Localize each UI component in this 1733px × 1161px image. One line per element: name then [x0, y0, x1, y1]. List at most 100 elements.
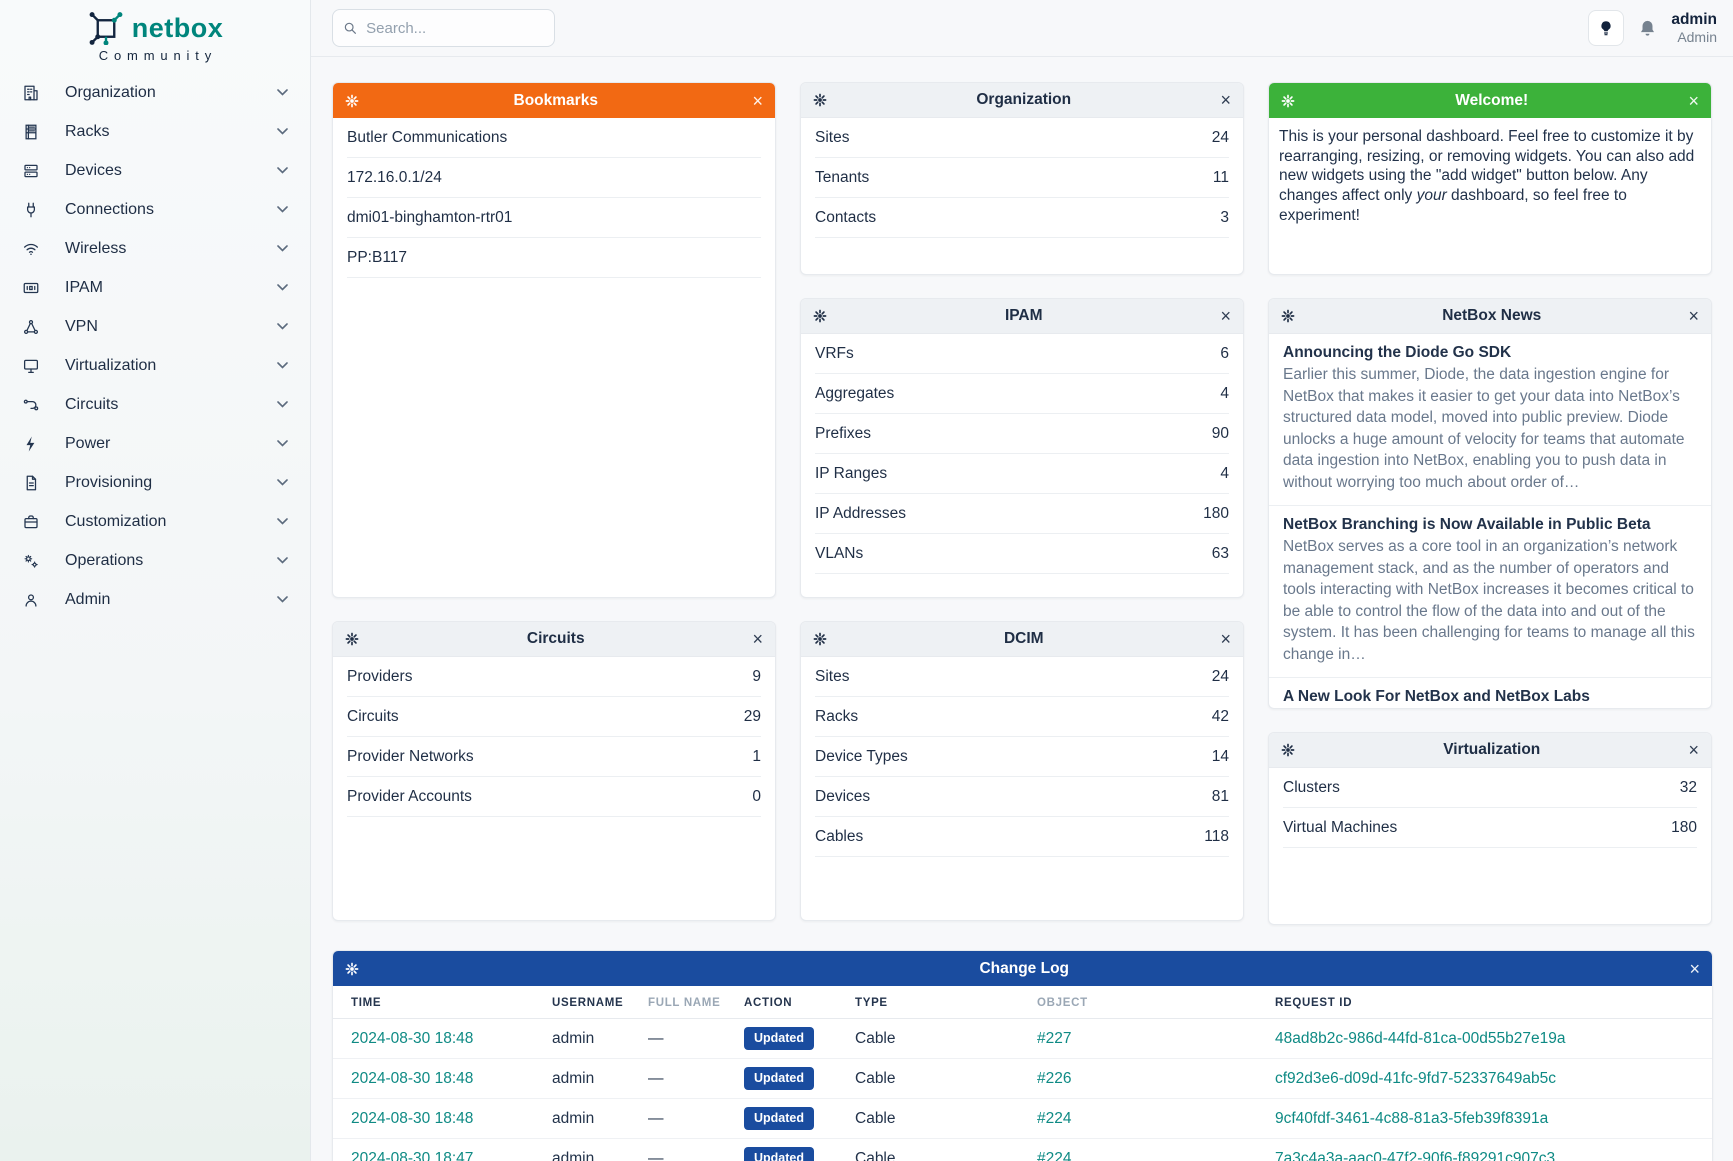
sidebar-item-racks[interactable]: Racks	[0, 112, 310, 151]
column-header-object[interactable]: OBJECT	[1027, 986, 1265, 1019]
notifications-bell-icon[interactable]	[1638, 19, 1657, 38]
count-row[interactable]: VLANs63	[815, 534, 1229, 574]
request-id-link[interactable]: 7a3c4a3a-aac0-47f2-90f6-f89291c907c3	[1275, 1150, 1555, 1161]
user-menu[interactable]: admin Admin	[1671, 11, 1717, 45]
search-input[interactable]	[366, 20, 544, 37]
time-link[interactable]: 2024-08-30 18:48	[351, 1110, 473, 1127]
chevron-down-icon[interactable]	[277, 206, 288, 213]
sidebar-item-operations[interactable]: Operations	[0, 541, 310, 580]
chevron-down-icon[interactable]	[277, 440, 288, 447]
object-link[interactable]: #224	[1037, 1150, 1071, 1161]
news-article-title[interactable]: A New Look For NetBox and NetBox Labs	[1283, 688, 1697, 706]
count-row[interactable]: Provider Networks1	[347, 737, 761, 777]
request-id-link[interactable]: 9cf40fdf-3461-4c88-81a3-5feb39f8391a	[1275, 1110, 1548, 1127]
widget-settings-icon[interactable]	[345, 632, 359, 646]
column-header-time[interactable]: TIME	[333, 986, 542, 1019]
request-id-link[interactable]: cf92d3e6-d09d-41fc-9fd7-52337649ab5c	[1275, 1070, 1556, 1087]
column-header-username[interactable]: USERNAME	[542, 986, 638, 1019]
column-header-type[interactable]: TYPE	[845, 986, 1027, 1019]
count-row[interactable]: Racks42	[815, 697, 1229, 737]
count-value[interactable]: 180	[1671, 819, 1697, 837]
count-value[interactable]: 118	[1204, 828, 1229, 846]
count-row[interactable]: Contacts3	[815, 198, 1229, 238]
chevron-down-icon[interactable]	[277, 557, 288, 564]
chevron-down-icon[interactable]	[277, 479, 288, 486]
chevron-down-icon[interactable]	[277, 323, 288, 330]
sidebar-item-connections[interactable]: Connections	[0, 190, 310, 229]
close-icon[interactable]: ×	[1220, 307, 1231, 325]
count-row[interactable]: VRFs6	[815, 334, 1229, 374]
sidebar-item-wireless[interactable]: Wireless	[0, 229, 310, 268]
close-icon[interactable]: ×	[1220, 91, 1231, 109]
count-value[interactable]: 180	[1203, 505, 1229, 523]
widget-settings-icon[interactable]	[1281, 94, 1295, 108]
news-article-title[interactable]: NetBox Branching is Now Available in Pub…	[1283, 516, 1697, 534]
chevron-down-icon[interactable]	[277, 362, 288, 369]
chevron-down-icon[interactable]	[277, 128, 288, 135]
sidebar-item-organization[interactable]: Organization	[0, 73, 310, 112]
widget-settings-icon[interactable]	[1281, 309, 1295, 323]
count-value[interactable]: 4	[1220, 465, 1229, 483]
count-value[interactable]: 11	[1213, 169, 1229, 187]
bookmark-item[interactable]: Butler Communications	[347, 118, 761, 158]
widget-settings-icon[interactable]	[813, 93, 827, 107]
widget-settings-icon[interactable]	[1281, 743, 1295, 757]
chevron-down-icon[interactable]	[277, 284, 288, 291]
sidebar-item-ipam[interactable]: IPAM	[0, 268, 310, 307]
count-value[interactable]: 4	[1220, 385, 1229, 403]
chevron-down-icon[interactable]	[277, 518, 288, 525]
close-icon[interactable]: ×	[1688, 92, 1699, 110]
close-icon[interactable]: ×	[1688, 741, 1699, 759]
close-icon[interactable]: ×	[752, 92, 763, 110]
count-value[interactable]: 32	[1680, 779, 1697, 797]
count-value[interactable]: 24	[1212, 129, 1229, 147]
chevron-down-icon[interactable]	[277, 401, 288, 408]
object-link[interactable]: #226	[1037, 1070, 1071, 1087]
close-icon[interactable]: ×	[1689, 960, 1700, 978]
chevron-down-icon[interactable]	[277, 596, 288, 603]
widget-settings-icon[interactable]	[345, 94, 359, 108]
close-icon[interactable]: ×	[1688, 307, 1699, 325]
column-header-request-id[interactable]: REQUEST ID	[1265, 986, 1712, 1019]
widget-settings-icon[interactable]	[345, 962, 359, 976]
count-value[interactable]: 6	[1220, 345, 1229, 363]
count-row[interactable]: Aggregates4	[815, 374, 1229, 414]
theme-toggle-button[interactable]	[1588, 10, 1624, 46]
count-value[interactable]: 90	[1212, 425, 1229, 443]
bookmark-item[interactable]: dmi01-binghamton-rtr01	[347, 198, 761, 238]
count-row[interactable]: Clusters32	[1283, 768, 1697, 808]
time-link[interactable]: 2024-08-30 18:47	[351, 1150, 473, 1161]
sidebar-item-devices[interactable]: Devices	[0, 151, 310, 190]
count-row[interactable]: Tenants11	[815, 158, 1229, 198]
request-id-link[interactable]: 48ad8b2c-986d-44fd-81ca-00d55b27e19a	[1275, 1030, 1565, 1047]
news-article-title[interactable]: Announcing the Diode Go SDK	[1283, 344, 1697, 362]
chevron-down-icon[interactable]	[277, 167, 288, 174]
count-row[interactable]: Providers9	[347, 657, 761, 697]
count-row[interactable]: Circuits29	[347, 697, 761, 737]
count-row[interactable]: IP Ranges4	[815, 454, 1229, 494]
sidebar-item-virtualization[interactable]: Virtualization	[0, 346, 310, 385]
sidebar-item-customization[interactable]: Customization	[0, 502, 310, 541]
widget-settings-icon[interactable]	[813, 309, 827, 323]
search-box[interactable]	[332, 9, 555, 47]
count-value[interactable]: 24	[1212, 668, 1229, 686]
count-row[interactable]: Devices81	[815, 777, 1229, 817]
sidebar-item-provisioning[interactable]: Provisioning	[0, 463, 310, 502]
object-link[interactable]: #224	[1037, 1110, 1071, 1127]
count-value[interactable]: 9	[752, 668, 761, 686]
column-header-action[interactable]: ACTION	[734, 986, 845, 1019]
close-icon[interactable]: ×	[1220, 630, 1231, 648]
count-value[interactable]: 1	[752, 748, 761, 766]
count-row[interactable]: Cables118	[815, 817, 1229, 857]
bookmark-item[interactable]: PP:B117	[347, 238, 761, 278]
bookmark-item[interactable]: 172.16.0.1/24	[347, 158, 761, 198]
object-link[interactable]: #227	[1037, 1030, 1071, 1047]
count-value[interactable]: 42	[1212, 708, 1229, 726]
close-icon[interactable]: ×	[752, 630, 763, 648]
count-row[interactable]: Provider Accounts0	[347, 777, 761, 817]
time-link[interactable]: 2024-08-30 18:48	[351, 1070, 473, 1087]
count-value[interactable]: 63	[1212, 545, 1229, 563]
count-row[interactable]: Virtual Machines180	[1283, 808, 1697, 848]
column-header-full-name[interactable]: FULL NAME	[638, 986, 734, 1019]
count-row[interactable]: Sites24	[815, 118, 1229, 158]
